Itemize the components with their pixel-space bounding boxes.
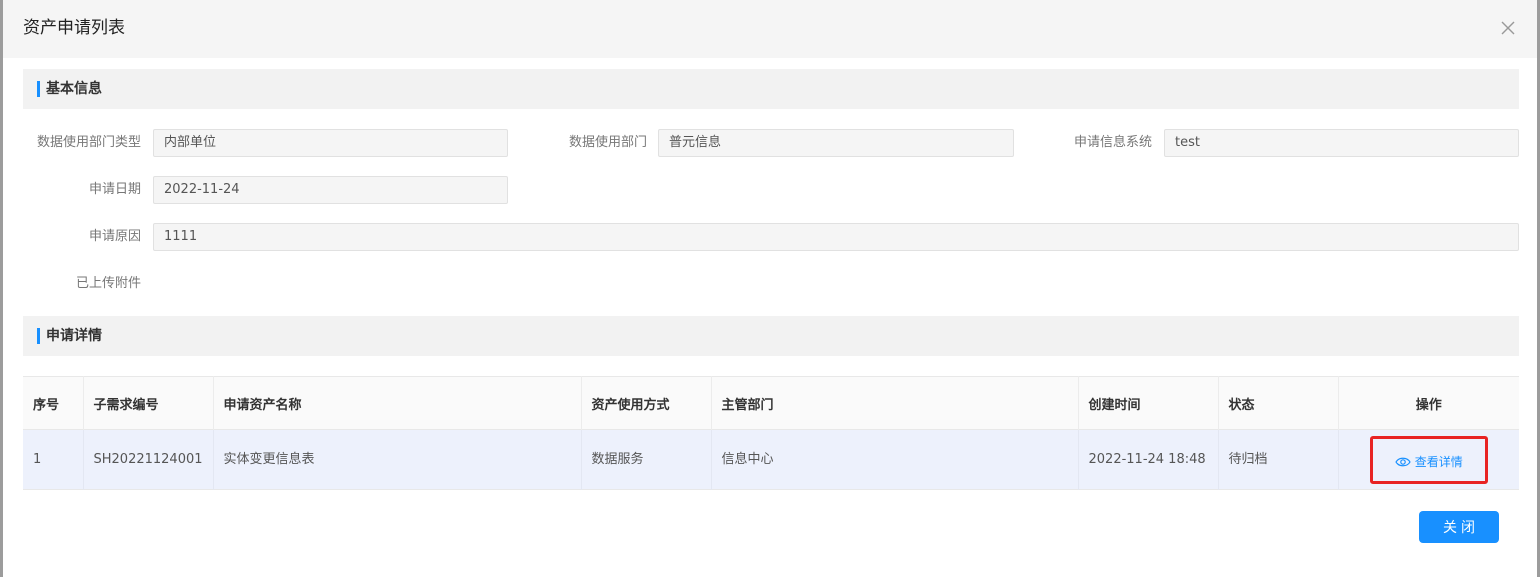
- details-section-header: 申请详情: [23, 316, 1519, 356]
- col-header-action: 操作: [1338, 376, 1519, 430]
- section-accent: [37, 328, 40, 344]
- system-label: 申请信息系统: [1073, 135, 1152, 150]
- date-field[interactable]: 2022-11-24: [153, 176, 508, 204]
- section-accent: [37, 81, 40, 97]
- basic-info-title: 基本信息: [46, 81, 102, 97]
- cell-dept: 信息中心: [711, 429, 1079, 490]
- cell-usage: 数据服务: [581, 429, 712, 490]
- dialog-header: 资产申请列表: [3, 0, 1537, 58]
- dept-label: 数据使用部门: [568, 135, 647, 150]
- cell-status: 待归档: [1218, 429, 1339, 490]
- basic-info-section-header: 基本信息: [23, 69, 1519, 109]
- details-title: 申请详情: [46, 328, 102, 344]
- cell-action: 查看详情: [1338, 429, 1519, 490]
- col-header-dept: 主管部门: [711, 376, 1079, 430]
- reason-field[interactable]: 1111: [153, 223, 1519, 251]
- cell-created: 2022-11-24 18:48: [1078, 429, 1219, 490]
- dept-field[interactable]: 普元信息: [658, 129, 1014, 157]
- col-header-asset-name: 申请资产名称: [213, 376, 582, 430]
- cell-asset-name: 实体变更信息表: [213, 429, 582, 490]
- cell-sub-id: SH20221124001: [83, 429, 214, 490]
- reason-label: 申请原因: [88, 229, 141, 244]
- details-table: 序号 子需求编号 申请资产名称 资产使用方式 主管部门 创建时间 状态 操作 1…: [23, 376, 1519, 490]
- attachments-label: 已上传附件: [75, 276, 141, 291]
- close-button[interactable]: 关闭: [1419, 511, 1499, 543]
- col-header-index: 序号: [23, 376, 84, 430]
- table-header-row: 序号 子需求编号 申请资产名称 资产使用方式 主管部门 创建时间 状态 操作: [23, 376, 1519, 430]
- dept-type-field[interactable]: 内部单位: [153, 129, 508, 157]
- dept-type-label: 数据使用部门类型: [36, 135, 141, 150]
- view-details-label: 查看详情: [1414, 454, 1463, 469]
- cell-index: 1: [23, 429, 84, 490]
- col-header-status: 状态: [1218, 376, 1339, 430]
- col-header-usage: 资产使用方式: [581, 376, 712, 430]
- system-field[interactable]: test: [1164, 129, 1519, 157]
- asset-application-dialog: 资产申请列表 基本信息 数据使用部门类型 内部单位 数据使用部门 普元信息 申请…: [3, 0, 1537, 577]
- view-details-link[interactable]: 查看详情: [1369, 435, 1488, 484]
- eye-icon: [1395, 456, 1411, 468]
- col-header-sub-id: 子需求编号: [83, 376, 214, 430]
- dialog-title: 资产申请列表: [23, 18, 125, 38]
- col-header-created: 创建时间: [1078, 376, 1219, 430]
- close-icon[interactable]: [1497, 17, 1519, 39]
- date-label: 申请日期: [88, 182, 141, 197]
- table-row[interactable]: 1 SH20221124001 实体变更信息表 数据服务 信息中心 2022-1…: [23, 429, 1519, 490]
